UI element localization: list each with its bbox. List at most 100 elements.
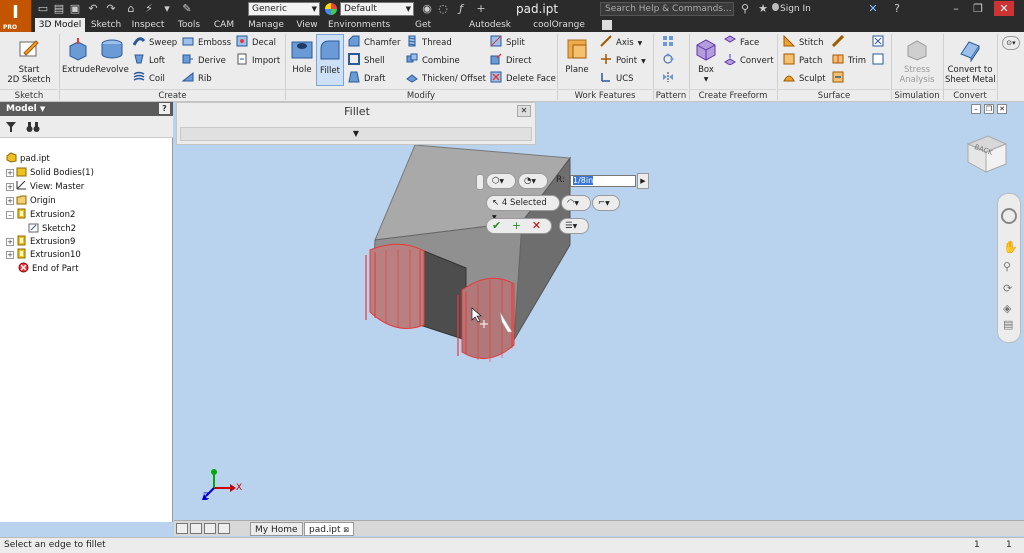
fillet-shape-dropdown[interactable]: ◠▼ — [561, 195, 591, 211]
tab-environments[interactable]: Environments — [328, 18, 390, 32]
close-button[interactable]: ✕ — [994, 1, 1014, 16]
browser-help-icon[interactable]: ? — [159, 103, 170, 114]
convert-to-sheet-metal-button[interactable]: Convert to Sheet Metal — [945, 34, 996, 86]
close-doc-button[interactable]: ✕ — [997, 104, 1007, 114]
axis-button[interactable]: Axis ▼ — [600, 35, 642, 51]
tree-item-solid-bodies[interactable]: + Solid Bodies(1) — [6, 166, 94, 179]
selection-dropdown[interactable]: ↖ 4 Selected ▼ — [486, 195, 560, 221]
tree-item-pad-ipt[interactable]: pad.ipt — [6, 152, 50, 165]
derive-button[interactable]: Derive — [182, 53, 226, 69]
start-sketch-button[interactable]: Start 2D Sketch — [4, 34, 54, 86]
point-button[interactable]: Point ▼ — [600, 53, 646, 69]
material-combo[interactable]: Default ▼ — [340, 2, 414, 16]
loft-button[interactable]: Loft — [133, 53, 165, 69]
radius-menu-arrow[interactable]: ▶ — [637, 173, 649, 189]
look-at-icon[interactable]: ◈ — [1003, 302, 1011, 315]
tree-item-extrusion2[interactable]: – Extrusion2 — [6, 208, 75, 221]
restore-button[interactable]: ❐ — [968, 1, 988, 16]
update-icon[interactable]: ⚡ — [142, 2, 156, 16]
minimize-button[interactable]: – — [946, 1, 966, 16]
ok-button[interactable]: ✔ — [492, 219, 501, 232]
filter-icon[interactable] — [5, 121, 17, 133]
tab-inspect[interactable]: Inspect — [129, 18, 167, 32]
tab-3d-model[interactable]: 3D Model — [35, 18, 85, 32]
tab-my-home[interactable]: My Home — [250, 522, 303, 536]
sculpt-button[interactable]: Sculpt — [783, 71, 826, 87]
navbar-menu-icon[interactable]: ▤ — [1003, 318, 1013, 331]
extrude-button[interactable]: Extrude — [62, 34, 95, 86]
coil-button[interactable]: Coil — [133, 71, 165, 87]
binoculars-icon[interactable]: ⚲ — [738, 2, 752, 16]
freeform-convert-button[interactable]: Convert — [724, 53, 774, 69]
minimize-doc-button[interactable]: – — [971, 104, 981, 114]
sweep-button[interactable]: Sweep — [133, 35, 177, 51]
tab-manage[interactable]: Manage — [246, 18, 286, 32]
orbit-icon[interactable]: ⟳ — [1003, 282, 1012, 295]
surface-fit-button[interactable] — [872, 53, 888, 69]
help-icon[interactable]: ? — [890, 2, 904, 16]
decal-button[interactable]: Decal — [236, 35, 276, 51]
tree-item-sketch2[interactable]: Sketch2 — [28, 222, 76, 235]
revolve-button[interactable]: Revolve — [95, 34, 129, 86]
new-icon[interactable]: ▭ — [36, 2, 50, 16]
appearance-adjust-icon[interactable]: ◉ — [420, 2, 434, 16]
tree-item-end-of-part[interactable]: End of Part — [18, 262, 79, 275]
expand-icon[interactable]: + — [6, 238, 14, 246]
mirror-button[interactable] — [662, 71, 678, 87]
collapse-icon[interactable]: – — [6, 211, 14, 219]
edge-mode-dropdown[interactable]: ⬡▼ — [486, 173, 516, 189]
surface-repair-button[interactable] — [872, 35, 888, 51]
fillet-type-dropdown[interactable]: ◔▼ — [518, 173, 548, 189]
document-list-icon[interactable] — [218, 523, 230, 534]
measure-icon[interactable]: ✎ — [180, 2, 194, 16]
fillet-button[interactable]: Fillet — [316, 34, 344, 86]
rib-button[interactable]: Rib — [182, 71, 212, 87]
expand-icon[interactable]: + — [6, 251, 14, 259]
exchange-icon[interactable]: ✕ — [866, 2, 880, 16]
browser-header[interactable]: Model ▼ ? — [0, 102, 173, 116]
ucs-button[interactable]: UCS — [600, 71, 634, 87]
close-icon[interactable]: ⊠ — [343, 526, 349, 534]
close-icon[interactable]: ✕ — [517, 105, 531, 117]
undo-icon[interactable]: ↶ — [86, 2, 100, 16]
restore-doc-button[interactable]: ❐ — [984, 104, 994, 114]
replace-face-button[interactable] — [832, 71, 848, 87]
tree-item-view-master[interactable]: + View: Master — [6, 180, 84, 193]
expand-icon[interactable]: + — [6, 183, 14, 191]
split-button[interactable]: Split — [490, 35, 525, 51]
view-cube[interactable]: BACK — [964, 132, 1008, 174]
binoculars-icon[interactable] — [26, 121, 40, 133]
extend-button[interactable] — [832, 35, 848, 51]
emboss-button[interactable]: Emboss — [182, 35, 231, 51]
application-menu-button[interactable]: I PRO — [0, 0, 32, 32]
patch-button[interactable]: Patch — [783, 53, 822, 69]
plane-button[interactable]: Plane — [560, 34, 594, 86]
delete-face-button[interactable]: Delete Face — [490, 71, 556, 87]
combine-button[interactable]: Combine — [406, 53, 460, 69]
thread-button[interactable]: Thread — [406, 35, 452, 51]
tree-item-extrusion10[interactable]: + Extrusion10 — [6, 248, 81, 261]
sign-in-link[interactable]: Sign In — [780, 0, 811, 18]
trim-button[interactable]: Trim — [832, 53, 866, 69]
fx-icon[interactable]: ƒ — [454, 2, 468, 16]
circular-pattern-button[interactable] — [662, 53, 678, 69]
home-icon[interactable]: ⌂ — [124, 2, 138, 16]
tab-tools[interactable]: Tools — [174, 18, 204, 32]
draft-button[interactable]: Draft — [348, 71, 385, 87]
tab-pad-ipt[interactable]: pad.ipt ⊠ — [304, 522, 355, 536]
freeform-face-button[interactable]: Face — [724, 35, 759, 51]
tree-item-origin[interactable]: + Origin — [6, 194, 56, 207]
cancel-button[interactable]: ✕ — [532, 219, 541, 232]
stress-analysis-button[interactable]: Stress Analysis — [894, 34, 940, 86]
tile-vertical-icon[interactable] — [204, 523, 216, 534]
tab-sketch[interactable]: Sketch — [89, 18, 123, 32]
appearance-combo[interactable]: Generic ▼ — [248, 2, 320, 16]
redo-icon[interactable]: ↷ — [104, 2, 118, 16]
clear-appearance-icon[interactable]: ◌ — [436, 2, 450, 16]
add-icon[interactable]: + — [474, 2, 488, 16]
pan-icon[interactable]: ✋ — [1003, 240, 1018, 254]
expand-icon[interactable]: + — [6, 169, 14, 177]
steering-wheel-icon[interactable] — [1001, 208, 1017, 224]
help-search-input[interactable]: Search Help & Commands... — [600, 2, 734, 16]
apply-button[interactable]: + — [512, 219, 521, 232]
